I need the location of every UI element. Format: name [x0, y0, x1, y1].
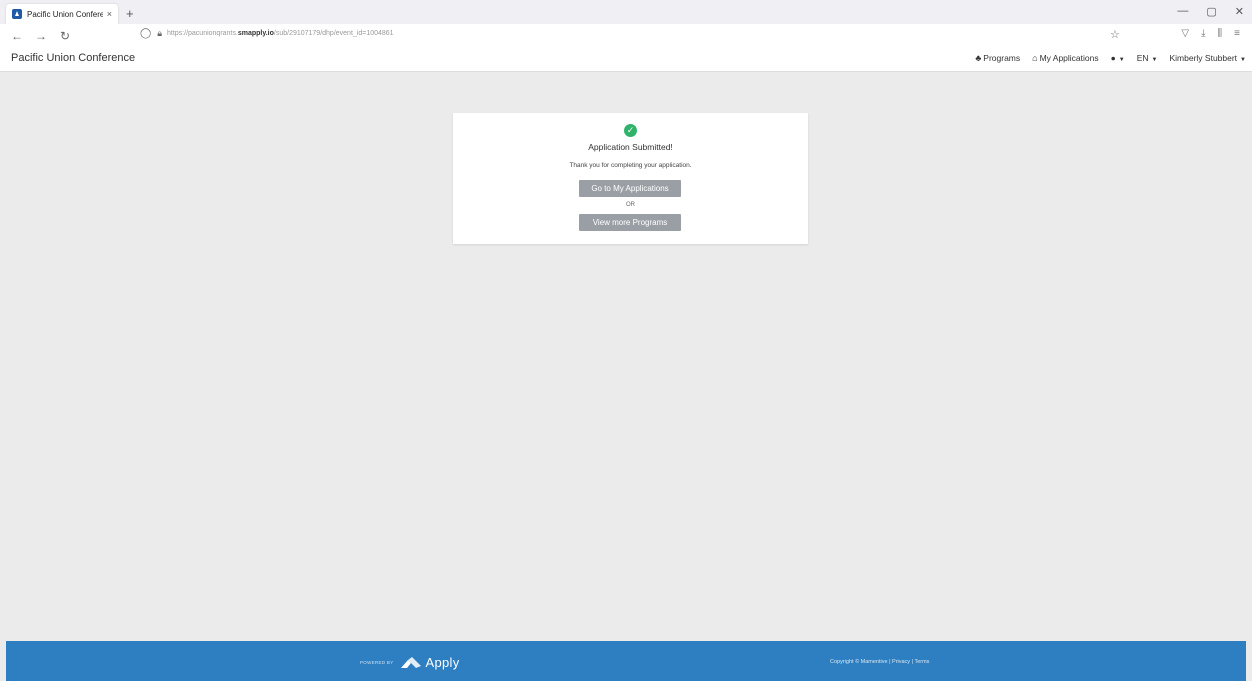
menu-icon[interactable]: ≡ [1234, 28, 1240, 39]
forward-icon[interactable]: → [34, 29, 48, 43]
apply-brand: Apply [425, 655, 460, 670]
card-title: Application Submitted! [588, 142, 673, 152]
app-header: Pacific Union Conference ♣ Programs ⌂ My A… [0, 48, 1252, 72]
address-bar[interactable]: ◯ 🔒︎ https://pacunionqrants. smapply.io/s… [140, 28, 394, 39]
nav-programs-label: Programs [983, 53, 1021, 63]
home-icon: ⌂ [1032, 53, 1038, 63]
new-tab-button[interactable]: + [126, 6, 134, 21]
window-controls: — ▢ ✕ [1177, 5, 1244, 18]
restore-icon[interactable]: ▢ [1206, 5, 1216, 18]
info-icon: ● [1110, 53, 1116, 63]
apply-logo-icon [400, 656, 421, 668]
user-name: Kimberly Stubbert [1169, 53, 1238, 63]
url-domain: smapply.io [237, 30, 274, 37]
browser-tab[interactable]: Pacific Union Conference × [6, 4, 118, 24]
lock-icon[interactable]: 🔒︎ [157, 28, 162, 39]
programs-icon: ♣ [975, 53, 982, 63]
url-path: /sub/29107179/dhp/event_id=1004861 [273, 30, 394, 37]
tab-close-icon[interactable]: × [107, 9, 112, 19]
minimize-icon[interactable]: — [1177, 5, 1188, 18]
nav-my-applications-label: My Applications [1039, 53, 1099, 63]
reload-icon[interactable]: ↻ [58, 29, 72, 43]
check-circle-icon: ✓ [624, 124, 637, 137]
view-more-programs-button[interactable]: View more Programs [579, 214, 681, 231]
copyright-links[interactable]: Copyright © Mamentive | Privacy | Terms [830, 659, 929, 665]
card-message: Thank you for completing your applicatio… [569, 162, 692, 169]
pocket-icon[interactable]: ▽ [1181, 28, 1189, 39]
or-separator: OR [626, 202, 635, 208]
browser-tools: ▽ ⤓ ⫼ ≡ [1181, 28, 1240, 39]
powered-by[interactable]: POWERED BY Apply [360, 655, 460, 670]
user-menu[interactable]: Kimberly Stubbert ▼ [1169, 53, 1246, 63]
language-label: EN [1136, 53, 1149, 63]
submission-card: ✓ Application Submitted! Thank you for c… [453, 113, 808, 244]
browser-tab-bar: Pacific Union Conference × + [0, 0, 1252, 24]
nav-my-applications[interactable]: ⌂ My Applications [1032, 53, 1099, 63]
tab-title: Pacific Union Conference [27, 9, 103, 19]
site-favicon-icon [12, 9, 22, 19]
close-window-icon[interactable]: ✕ [1235, 5, 1244, 18]
tracking-shield-icon[interactable]: ◯ [140, 28, 151, 39]
language-menu[interactable]: EN ▼ [1137, 53, 1158, 63]
brand-name[interactable]: Pacific Union Conference [11, 52, 135, 64]
back-icon[interactable]: ← [10, 29, 24, 43]
powered-by-label: POWERED BY [360, 660, 394, 665]
app-nav: ♣ Programs ⌂ My Applications ● ▼ EN ▼ Kimber… [975, 53, 1246, 63]
footer: POWERED BY Apply Copyright © Mamentive |… [6, 641, 1246, 681]
help-menu[interactable]: ● ▼ [1111, 53, 1125, 63]
nav-programs[interactable]: ♣ Programs [975, 53, 1020, 63]
chevron-down-icon: ▼ [1240, 57, 1246, 63]
bookmark-star-icon[interactable]: ☆ [1110, 28, 1120, 41]
library-icon[interactable]: ⫼ [1218, 28, 1223, 39]
url-prefix: https://pacunionqrants. [167, 30, 238, 37]
download-icon[interactable]: ⤓ [1201, 28, 1205, 39]
chevron-down-icon: ▼ [1118, 57, 1125, 63]
chevron-down-icon: ▼ [1151, 57, 1158, 63]
go-to-my-applications-button[interactable]: Go to My Applications [579, 180, 681, 197]
browser-toolbar: ← → ↻ ◯ 🔒︎ https://pacunionqrants. smappl… [0, 24, 1252, 49]
